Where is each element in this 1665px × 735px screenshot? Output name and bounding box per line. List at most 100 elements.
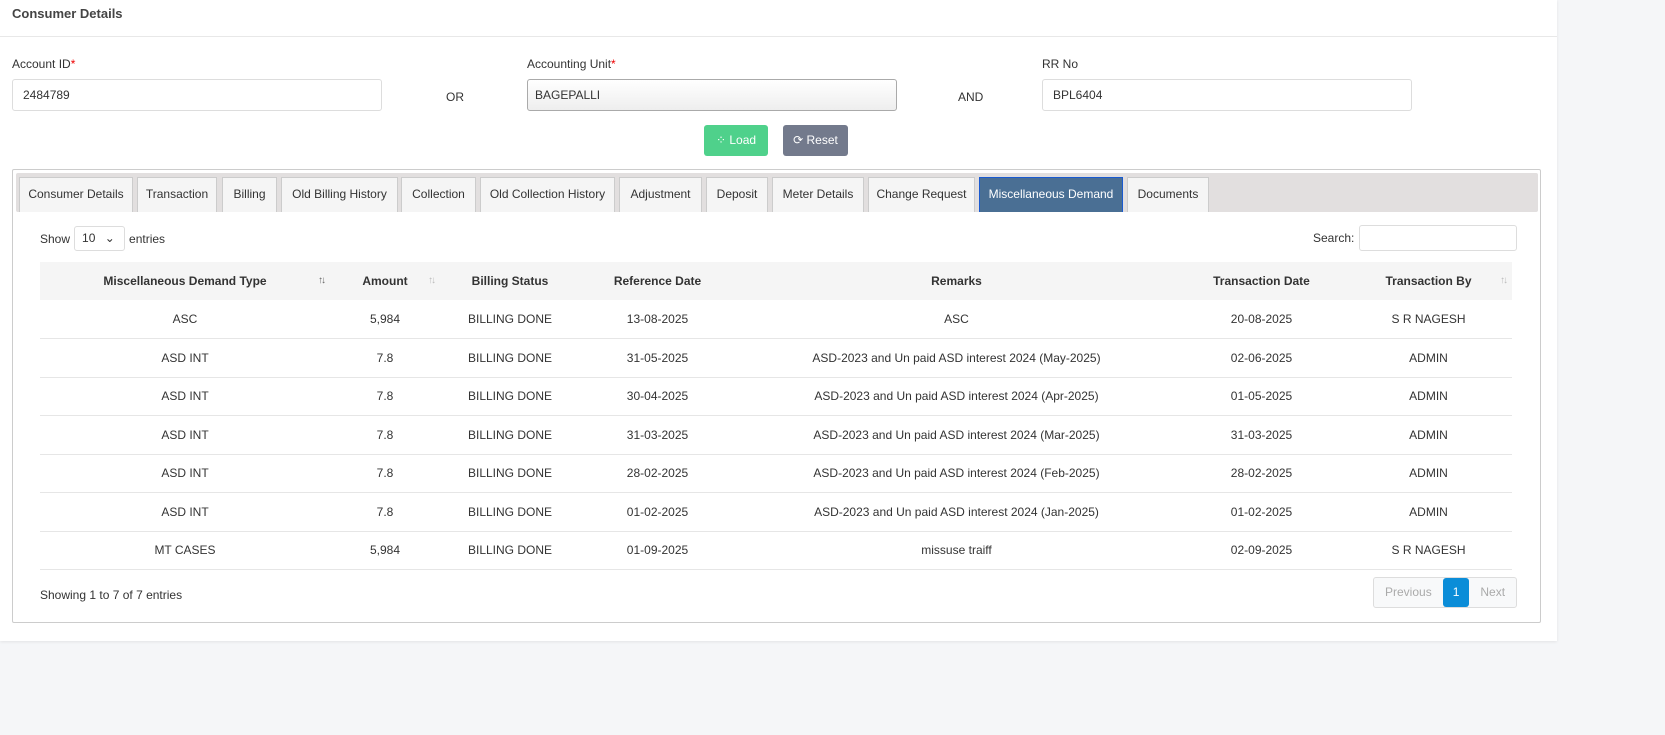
- cell-remarks: ASD-2023 and Un paid ASD interest 2024 (…: [735, 492, 1178, 532]
- tab-old-billing-history[interactable]: Old Billing History: [281, 177, 398, 212]
- cell-transaction-date: 02-06-2025: [1178, 338, 1345, 378]
- search-label: Search:: [1313, 231, 1355, 245]
- cell-billing-status: BILLING DONE: [440, 300, 580, 339]
- cell-type: ASC: [40, 300, 330, 339]
- cell-reference-date: 01-09-2025: [580, 531, 735, 570]
- col-header-amount[interactable]: Amount ↑↓: [330, 262, 440, 300]
- page-length-select[interactable]: 10 ⌄: [74, 226, 126, 251]
- table-header-row: Miscellaneous Demand Type ↑↓ Amount ↑↓ Bil…: [40, 262, 1512, 300]
- entries-label: entries: [129, 231, 166, 246]
- account-id-input[interactable]: 2484789: [12, 79, 382, 111]
- cell-transaction-by: ADMIN: [1345, 492, 1512, 532]
- tab-collection[interactable]: Collection: [401, 177, 476, 212]
- divider: [0, 36, 1557, 37]
- cell-billing-status: BILLING DONE: [440, 377, 580, 416]
- cell-type: ASD INT: [40, 377, 330, 416]
- col-header-transaction-by[interactable]: Transaction By ↑↓: [1345, 262, 1512, 300]
- cell-billing-status: BILLING DONE: [440, 454, 580, 493]
- cell-transaction-by: ADMIN: [1345, 377, 1512, 416]
- cell-transaction-by: S R NAGESH: [1345, 531, 1512, 570]
- table-info: Showing 1 to 7 of 7 entries: [40, 588, 183, 602]
- cell-remarks: missuse traiff: [735, 531, 1178, 570]
- table-row: ASD INT 7.8 BILLING DONE 01-02-2025 ASD-2023…: [40, 492, 1512, 532]
- search-input[interactable]: [1359, 225, 1518, 251]
- search-control: Search:: [1313, 225, 1518, 251]
- page-length-value: 10: [82, 231, 96, 245]
- cell-billing-status: BILLING DONE: [440, 531, 580, 570]
- cell-transaction-date: 01-05-2025: [1178, 377, 1345, 416]
- previous-button[interactable]: Previous: [1374, 578, 1443, 607]
- cell-remarks: ASD-2023 and Un paid ASD interest 2024 (…: [735, 338, 1178, 378]
- tab-deposit[interactable]: Deposit: [706, 177, 768, 212]
- table-row: ASD INT 7.8 BILLING DONE 31-05-2025 ASD-2023…: [40, 338, 1512, 378]
- reset-button[interactable]: ⟳ Reset: [783, 125, 848, 156]
- col-header-remarks: Remarks: [735, 262, 1178, 300]
- cell-transaction-by: ADMIN: [1345, 338, 1512, 378]
- cell-type: ASD INT: [40, 492, 330, 532]
- spinner-icon: ⁘: [715, 133, 730, 147]
- cell-reference-date: 01-02-2025: [580, 492, 735, 532]
- chevron-down-icon: ⌄: [104, 231, 115, 245]
- table-row: ASD INT 7.8 BILLING DONE 28-02-2025 ASD-2023…: [40, 454, 1512, 493]
- misc-demand-table: Miscellaneous Demand Type ↑↓ Amount ↑↓ Bil…: [40, 262, 1512, 570]
- cell-remarks: ASD-2023 and Un paid ASD interest 2024 (…: [735, 415, 1178, 455]
- tab-adjustment[interactable]: Adjustment: [619, 177, 702, 212]
- tab-change-request[interactable]: Change Request: [868, 177, 975, 212]
- sort-icon: ↑↓: [428, 275, 436, 286]
- cell-reference-date: 13-08-2025: [580, 300, 735, 339]
- cell-amount: 7.8: [330, 377, 440, 416]
- sort-icon: ↑↓: [1500, 275, 1508, 286]
- and-label: AND: [958, 90, 984, 104]
- tab-old-collection-history[interactable]: Old Collection History: [480, 177, 615, 212]
- tab-consumer-details[interactable]: Consumer Details: [19, 177, 133, 212]
- page-title: Consumer Details: [12, 6, 123, 21]
- account-id-label: Account ID*: [12, 57, 76, 71]
- cell-transaction-date: 31-03-2025: [1178, 415, 1345, 455]
- accounting-unit-label: Accounting Unit*: [527, 57, 616, 71]
- cell-reference-date: 31-03-2025: [580, 415, 735, 455]
- cell-transaction-by: ADMIN: [1345, 415, 1512, 455]
- col-header-type[interactable]: Miscellaneous Demand Type ↑↓: [40, 262, 330, 300]
- page-1-button[interactable]: 1: [1442, 578, 1470, 607]
- cell-transaction-date: 20-08-2025: [1178, 300, 1345, 339]
- cell-type: ASD INT: [40, 338, 330, 378]
- table-row: MT CASES 5,984 BILLING DONE 01-09-2025 missu…: [40, 531, 1512, 570]
- cell-billing-status: BILLING DONE: [440, 338, 580, 378]
- cell-reference-date: 30-04-2025: [580, 377, 735, 416]
- or-label: OR: [446, 90, 464, 104]
- cell-amount: 7.8: [330, 454, 440, 493]
- refresh-icon: ⟳: [793, 133, 807, 147]
- cell-remarks: ASC: [735, 300, 1178, 339]
- cell-remarks: ASD-2023 and Un paid ASD interest 2024 (…: [735, 454, 1178, 493]
- tab-miscellaneous-demand[interactable]: Miscellaneous Demand: [979, 177, 1123, 212]
- cell-amount: 5,984: [330, 300, 440, 339]
- tab-transaction[interactable]: Transaction: [137, 177, 217, 212]
- table-row: ASD INT 7.8 BILLING DONE 31-03-2025 ASD-2023…: [40, 415, 1512, 455]
- rr-no-label: RR No: [1042, 57, 1079, 71]
- table-row: ASD INT 7.8 BILLING DONE 30-04-2025 ASD-2023…: [40, 377, 1512, 416]
- tab-billing[interactable]: Billing: [222, 177, 277, 212]
- col-header-transaction-date: Transaction Date: [1178, 262, 1345, 300]
- rr-no-input[interactable]: BPL6404: [1042, 79, 1412, 111]
- cell-billing-status: BILLING DONE: [440, 492, 580, 532]
- tabs-panel: Consumer Details Transaction Billing Old…: [12, 169, 1541, 623]
- col-header-reference-date: Reference Date: [580, 262, 735, 300]
- cell-amount: 7.8: [330, 338, 440, 378]
- cell-amount: 5,984: [330, 531, 440, 570]
- cell-amount: 7.8: [330, 492, 440, 532]
- cell-transaction-date: 28-02-2025: [1178, 454, 1345, 493]
- tab-meter-details[interactable]: Meter Details: [772, 177, 864, 212]
- accounting-unit-select[interactable]: BAGEPALLI: [527, 79, 897, 111]
- cell-transaction-by: S R NAGESH: [1345, 300, 1512, 339]
- cell-reference-date: 31-05-2025: [580, 338, 735, 378]
- tab-documents[interactable]: Documents: [1127, 177, 1209, 212]
- load-button[interactable]: ⁘ Load: [704, 125, 768, 156]
- cell-reference-date: 28-02-2025: [580, 454, 735, 493]
- cell-billing-status: BILLING DONE: [440, 415, 580, 455]
- next-button[interactable]: Next: [1469, 578, 1516, 607]
- cell-transaction-date: 01-02-2025: [1178, 492, 1345, 532]
- cell-type: ASD INT: [40, 415, 330, 455]
- show-label: Show: [40, 231, 71, 246]
- cell-remarks: ASD-2023 and Un paid ASD interest 2024 (…: [735, 377, 1178, 416]
- col-header-billing-status: Billing Status: [440, 262, 580, 300]
